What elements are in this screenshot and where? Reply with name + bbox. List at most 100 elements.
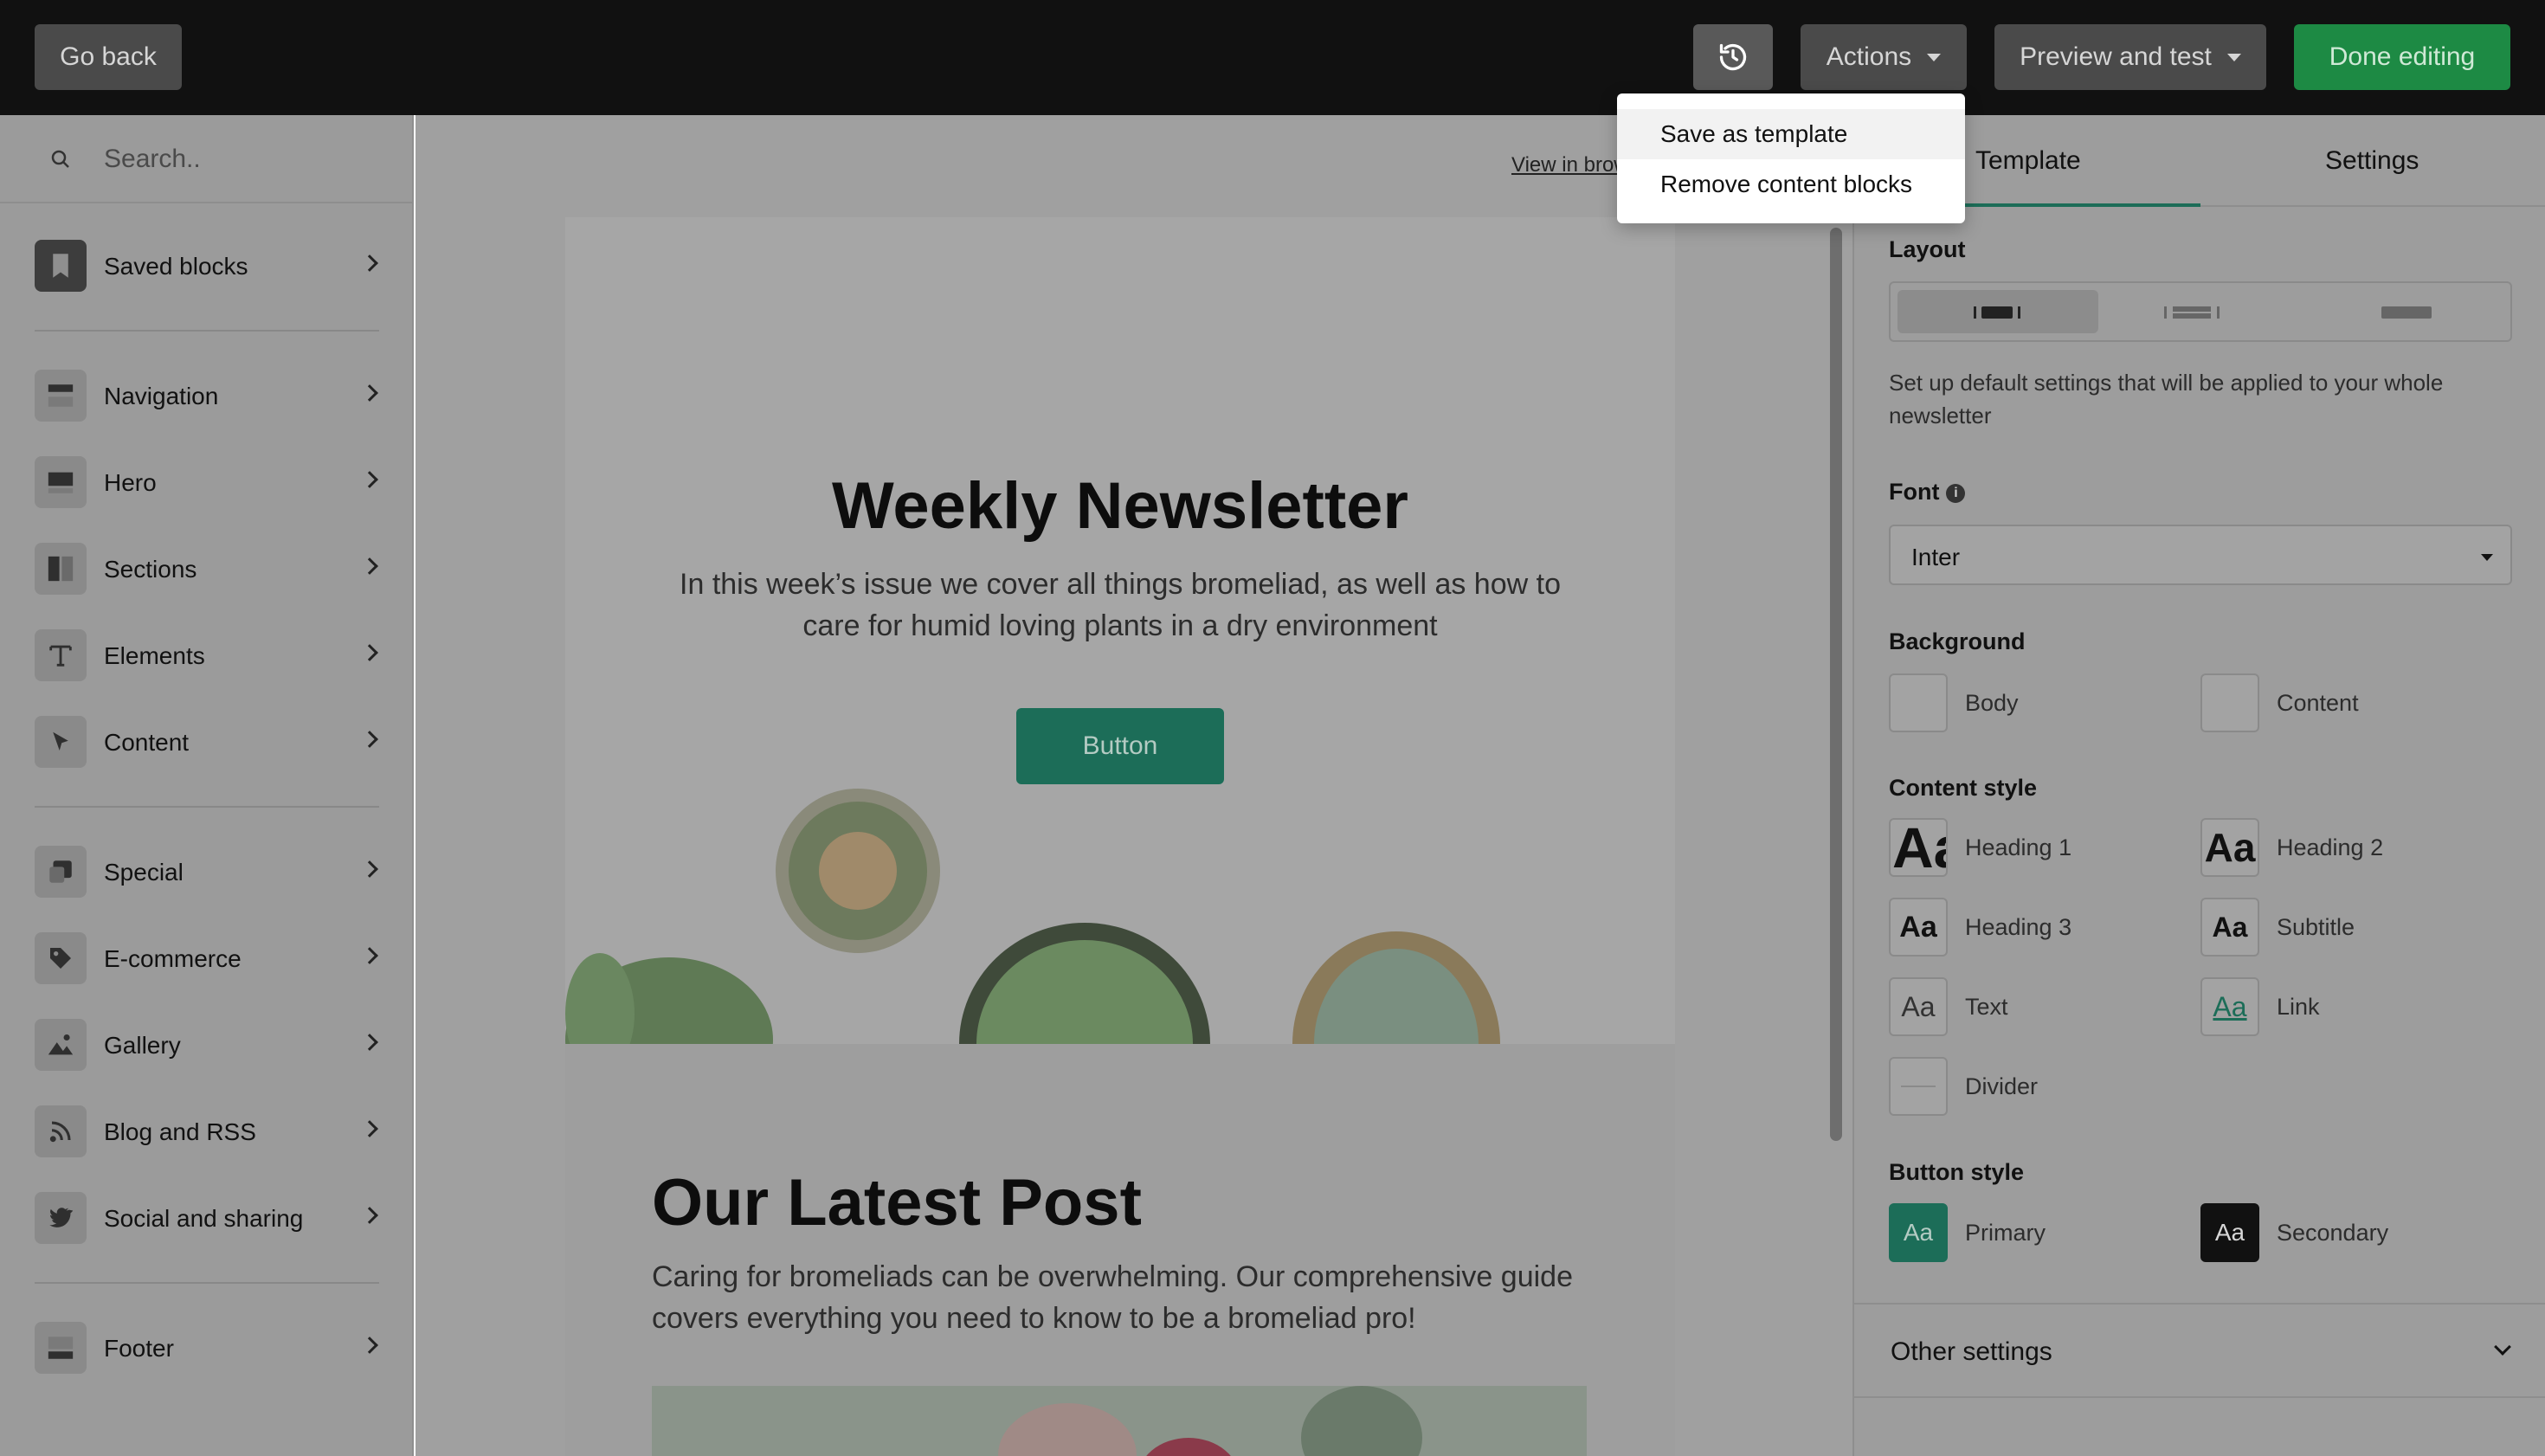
font-label-text: Font xyxy=(1889,479,1940,505)
text-style-swatch[interactable]: Aa xyxy=(1889,977,1948,1036)
content-color-swatch[interactable] xyxy=(2200,673,2259,732)
sidebar-item-label: Footer xyxy=(104,1335,174,1362)
canvas-scrollbar[interactable] xyxy=(1830,228,1842,1141)
footer-icon xyxy=(35,1322,87,1374)
menu-item-label: Save as template xyxy=(1660,120,1848,147)
sidebar-item-label: Navigation xyxy=(104,383,219,409)
sidebar-item-label: Sections xyxy=(104,556,197,583)
font-select[interactable]: Inter xyxy=(1889,525,2512,585)
bookmark-icon xyxy=(35,240,87,292)
menu-item-label: Remove content blocks xyxy=(1660,171,1913,197)
heading1-style-swatch[interactable]: Aa xyxy=(1889,818,1948,877)
sidebar-item-label: Saved blocks xyxy=(104,253,248,280)
sidebar-divider xyxy=(35,1282,379,1284)
menu-item-save-as-template[interactable]: Save as template xyxy=(1617,109,1965,159)
link-style-swatch[interactable]: Aa xyxy=(2200,977,2259,1036)
settings-panel: Template Settings Layout Set up default … xyxy=(1852,115,2545,1456)
primary-sample: Aa xyxy=(1903,1219,1934,1246)
email-preview: Weekly Newsletter In this week’s issue w… xyxy=(565,217,1675,1456)
sidebar-item-footer[interactable]: Footer xyxy=(0,1317,414,1378)
button-style-label: Button style xyxy=(1889,1159,2025,1185)
post-subtitle: Caring for bromeliads can be overwhelmin… xyxy=(652,1260,1573,1335)
search-input[interactable]: Search.. xyxy=(104,145,201,174)
chevron-right-icon xyxy=(361,1207,378,1224)
sidebar-item-label: Social and sharing xyxy=(104,1205,304,1232)
body-color-swatch[interactable] xyxy=(1889,673,1948,732)
body-color-label: Body xyxy=(1965,690,2019,716)
sidebar-item-label: Content xyxy=(104,729,190,756)
chevron-right-icon xyxy=(361,731,378,748)
cursor-icon xyxy=(35,716,87,768)
layout-option-narrow[interactable] xyxy=(1897,290,2098,333)
history-icon xyxy=(1719,43,1747,71)
post-title: Our Latest Post xyxy=(652,1166,1142,1240)
chevron-right-icon xyxy=(361,1120,378,1137)
primary-button-style-swatch[interactable]: Aa xyxy=(1889,1203,1948,1262)
chevron-right-icon xyxy=(361,384,378,402)
content-color-label: Content xyxy=(2277,690,2359,716)
text-label: Text xyxy=(1965,994,2008,1020)
hero-icon xyxy=(35,456,87,508)
secondary-label: Secondary xyxy=(2277,1220,2389,1246)
heading2-sample: Aa xyxy=(2204,825,2256,870)
tab-template[interactable]: Template xyxy=(1975,146,2081,176)
preview-and-test-button[interactable]: Preview and test xyxy=(1994,24,2266,90)
sidebar-item-blog-and-rss[interactable]: Blog and RSS xyxy=(0,1101,414,1162)
divider-label: Divider xyxy=(1965,1073,2039,1099)
actions-label: Actions xyxy=(1826,42,1912,71)
sidebar-item-saved-blocks[interactable]: Saved blocks xyxy=(0,235,414,296)
primary-label: Primary xyxy=(1965,1220,2046,1246)
heading3-sample: Aa xyxy=(1899,910,1937,944)
sidebar-item-navigation[interactable]: Navigation xyxy=(0,365,414,426)
caret-down-icon xyxy=(2226,53,2241,61)
go-back-label: Go back xyxy=(60,42,157,71)
go-back-button[interactable]: Go back xyxy=(35,24,182,90)
actions-button[interactable]: Actions xyxy=(1801,24,1967,90)
sidebar-item-label: Special xyxy=(104,859,184,886)
other-settings-accordion[interactable]: Other settings xyxy=(1854,1303,2545,1398)
sidebar-item-label: Hero xyxy=(104,469,157,496)
hero-button[interactable]: Button xyxy=(1016,708,1224,784)
twitter-icon xyxy=(35,1192,87,1244)
hero-title: Weekly Newsletter xyxy=(831,469,1409,543)
sidebar-item-e-commerce[interactable]: E-commerce xyxy=(0,928,414,989)
chevron-down-icon xyxy=(2494,1338,2511,1356)
layout-selector xyxy=(1889,281,2512,342)
divider-line xyxy=(1901,1086,1936,1087)
tab-settings[interactable]: Settings xyxy=(2325,146,2419,176)
view-in-browser-link[interactable]: View in browser xyxy=(1511,153,1633,177)
history-button[interactable] xyxy=(1693,24,1773,90)
subtitle-style-swatch[interactable]: Aa xyxy=(2200,898,2259,957)
text-icon xyxy=(35,629,87,681)
caret-down-icon xyxy=(2481,554,2493,561)
divider-style-swatch[interactable] xyxy=(1889,1057,1948,1116)
image-icon xyxy=(35,1019,87,1071)
layout-description: Set up default settings that will be app… xyxy=(1889,370,2444,428)
sidebar-item-content[interactable]: Content xyxy=(0,712,414,772)
sidebar-item-social-and-sharing[interactable]: Social and sharing xyxy=(0,1188,414,1248)
heading3-style-swatch[interactable]: Aa xyxy=(1889,898,1948,957)
sidebar-divider xyxy=(35,330,379,332)
sidebar-item-hero[interactable]: Hero xyxy=(0,452,414,512)
menu-item-remove-content-blocks[interactable]: Remove content blocks xyxy=(1617,159,1965,209)
sidebar-item-sections[interactable]: Sections xyxy=(0,538,414,599)
layout-option-medium[interactable] xyxy=(2102,290,2303,333)
heading3-label: Heading 3 xyxy=(1965,914,2072,940)
sidebar-item-label: Blog and RSS xyxy=(104,1118,256,1145)
preview-label: Preview and test xyxy=(2020,42,2212,71)
info-icon[interactable]: i xyxy=(1946,483,1966,503)
secondary-button-style-swatch[interactable]: Aa xyxy=(2200,1203,2259,1262)
sidebar-item-gallery[interactable]: Gallery xyxy=(0,1015,414,1075)
top-bar: Go back Actions Preview and test Done ed… xyxy=(0,0,2545,115)
sidebar-item-elements[interactable]: Elements xyxy=(0,625,414,686)
special-icon xyxy=(35,846,87,898)
link-label: Link xyxy=(2277,994,2320,1020)
layout-option-full[interactable] xyxy=(2306,290,2507,333)
chevron-right-icon xyxy=(361,254,378,272)
sidebar-item-special[interactable]: Special xyxy=(0,841,414,902)
heading2-label: Heading 2 xyxy=(2277,834,2384,860)
heading2-style-swatch[interactable]: Aa xyxy=(2200,818,2259,877)
done-editing-button[interactable]: Done editing xyxy=(2294,24,2510,90)
sidebar-divider xyxy=(35,806,379,808)
search-bar[interactable]: Search.. xyxy=(0,115,414,203)
